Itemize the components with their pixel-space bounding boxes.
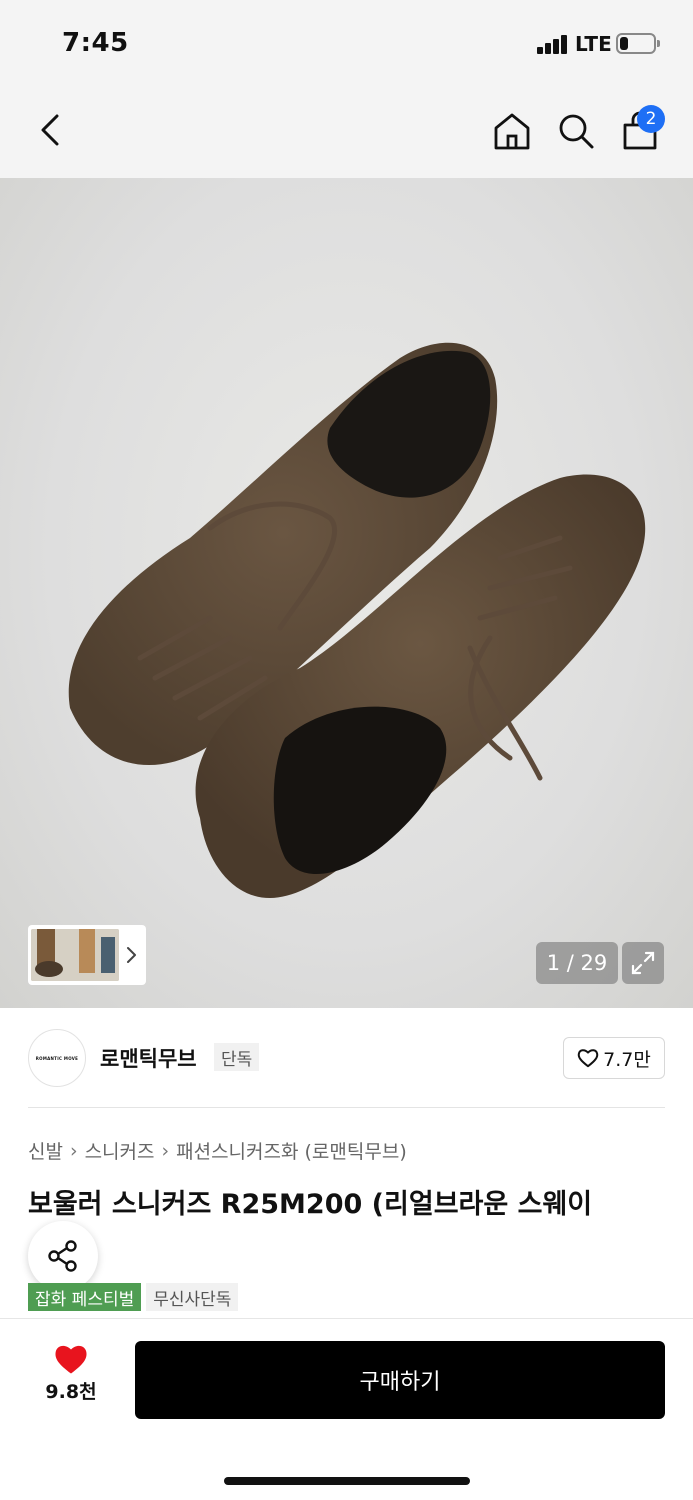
home-button[interactable] [490,108,534,154]
breadcrumb: 신발 › 스니커즈 › 패션스니커즈화 (로맨틱무브) [28,1137,407,1164]
thumbnail-image [31,929,119,981]
share-button[interactable] [28,1221,98,1291]
bottom-action-bar: 9.8천 구매하기 [0,1318,693,1500]
breadcrumb-item-fashion-sneakers[interactable]: 패션스니커즈화 (로맨틱무브) [176,1137,407,1164]
expand-button[interactable] [622,942,664,984]
nav-bar [0,88,693,178]
chevron-right-icon [127,947,136,963]
chevron-right-icon: › [161,1139,170,1162]
breadcrumb-item-sneakers[interactable]: 스니커즈 [85,1137,155,1164]
status-time: 7:45 [62,28,129,58]
chevron-left-icon [41,114,59,146]
brand-like-count: 7.7만 [603,1048,651,1071]
product-tags: 잡화 페스티벌 무신사단독 [28,1283,239,1311]
heart-outline-icon [577,1049,599,1068]
brand-name[interactable]: 로맨틱무브 [100,1043,197,1073]
share-icon [48,1240,77,1272]
exclusive-badge: 단독 [214,1043,260,1071]
battery-icon [616,33,660,54]
heart-filled-icon [55,1345,87,1374]
product-title: 보울러 스니커즈 R25M200 (리얼브라운 스웨이 [28,1189,593,1220]
network-label: LTE [575,32,612,56]
brand-like-button[interactable]: 7.7만 [563,1037,665,1079]
wishlist-count: 9.8천 [45,1381,97,1403]
divider [28,1107,665,1108]
home-icon [494,113,530,150]
signal-icon [537,34,569,54]
exclusive-tag[interactable]: 무신사단독 [146,1283,239,1311]
status-bar: 7:45 LTE [0,0,693,88]
thumbnail-strip[interactable] [28,925,146,985]
chevron-right-icon: › [69,1139,78,1162]
product-photo [68,342,646,898]
festival-tag[interactable]: 잡화 페스티벌 [28,1283,142,1311]
home-indicator [224,1477,470,1485]
buy-button[interactable]: 구매하기 [135,1341,665,1419]
expand-icon [631,951,655,975]
cart-count-badge: 2 [637,105,665,133]
search-button[interactable] [554,108,598,154]
search-icon [559,114,594,149]
back-button[interactable] [30,108,70,152]
wishlist-button[interactable]: 9.8천 [30,1343,112,1413]
image-counter: 1 / 29 [536,942,618,984]
brand-logo-text: ROMANTIC MOVE [35,1055,79,1061]
breadcrumb-item-shoes[interactable]: 신발 [28,1137,63,1164]
brand-row[interactable]: ROMANTIC MOVE 로맨틱무브 단독 7.7만 [0,1008,693,1108]
brand-logo[interactable]: ROMANTIC MOVE [28,1029,86,1087]
product-image[interactable]: 1 / 29 [0,178,693,1008]
